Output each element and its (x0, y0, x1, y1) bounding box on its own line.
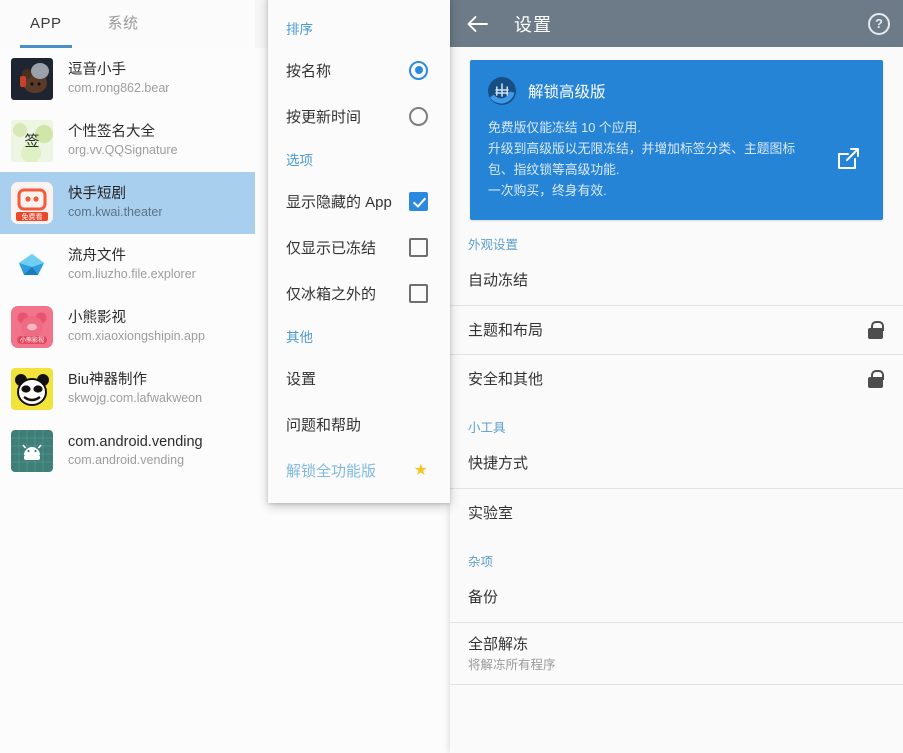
setting-row-unfreeze-all[interactable]: 全部解冻 将解冻所有程序 (450, 622, 903, 684)
list-item[interactable]: com.android.vending com.android.vending (0, 420, 255, 482)
radio-selected-icon[interactable] (409, 61, 428, 80)
promo-line: 包、指纹锁等高级功能. (488, 159, 818, 180)
setting-label: 自动冻结 (468, 270, 528, 291)
file-explorer-app-icon (11, 244, 53, 286)
radio-unselected-icon[interactable] (409, 107, 428, 126)
app-package: com.xiaoxiongshipin.app (68, 328, 205, 345)
menu-item-label: 问题和帮助 (286, 414, 361, 435)
app-package: com.rong862.bear (68, 80, 169, 97)
setting-label: 快捷方式 (468, 453, 528, 474)
list-item[interactable]: 小熊影视 小熊影视 com.xiaoxiongshipin.app (0, 296, 255, 358)
app-name: 小熊影视 (68, 309, 205, 328)
promo-line: 升级到高级版以无限冻结，并增加标签分类、主题图标 (488, 138, 818, 159)
biu-panda-app-icon (11, 368, 53, 410)
setting-row-shortcuts[interactable]: 快捷方式 (450, 439, 903, 488)
app-package: com.kwai.theater (68, 204, 162, 221)
setting-label: 实验室 (468, 503, 513, 524)
back-arrow-icon[interactable] (464, 10, 492, 38)
setting-sublabel: 将解冻所有程序 (468, 656, 556, 674)
menu-item-label: 按更新时间 (286, 106, 361, 127)
app-name: com.android.vending (68, 433, 203, 452)
app-name: 快手短剧 (68, 185, 162, 204)
setting-row-lab[interactable]: 实验室 (450, 488, 903, 537)
list-item[interactable]: 逗音小手 com.rong862.bear (0, 48, 255, 110)
list-item[interactable]: 流舟文件 com.liuzho.file.explorer (0, 234, 255, 296)
setting-row-security-and-other[interactable]: 安全和其他 (450, 354, 903, 403)
app-name: 逗音小手 (68, 61, 169, 80)
menu-section-title-other: 其他 (268, 316, 450, 355)
menu-item-label: 解锁全功能版 (286, 460, 376, 481)
menu-item-label: 仅显示已冻结 (286, 237, 376, 258)
android-vending-app-icon (11, 430, 53, 472)
app-package: com.liuzho.file.explorer (68, 266, 196, 283)
menu-item-sort-by-update-time[interactable]: 按更新时间 (268, 93, 450, 139)
star-icon: ★ (414, 460, 428, 480)
settings-header: 设置 ? (450, 0, 903, 47)
signature-app-icon: 签 (11, 120, 53, 162)
kwai-theater-app-icon: 免费看 (11, 182, 53, 224)
app-name: 个性签名大全 (68, 123, 178, 142)
lock-icon (868, 370, 883, 388)
svg-text:小熊影视: 小熊影视 (20, 336, 44, 344)
setting-row-auto-freeze[interactable]: 自动冻结 (450, 256, 903, 305)
menu-item-show-hidden-apps[interactable]: 显示隐藏的 App (268, 178, 450, 224)
menu-item-label: 设置 (286, 368, 316, 389)
help-question-icon[interactable]: ? (868, 13, 890, 35)
premium-promo-banner[interactable]: 解锁高级版 免费版仅能冻结 10 个应用. 升级到高级版以无限冻结，并增加标签分… (470, 60, 883, 220)
app-package: com.android.vending (68, 452, 203, 469)
menu-section-title-sort: 排序 (268, 8, 450, 47)
menu-item-sort-by-name[interactable]: 按名称 (268, 47, 450, 93)
app-name: 流舟文件 (68, 247, 196, 266)
menu-item-outside-freezer[interactable]: 仅冰箱之外的 (268, 270, 450, 316)
menu-item-label: 显示隐藏的 App (286, 191, 392, 212)
promo-description: 免费版仅能冻结 10 个应用. 升级到高级版以无限冻结，并增加标签分类、主题图标… (488, 117, 818, 201)
tab-app[interactable]: APP (24, 0, 68, 48)
svg-text:免费看: 免费看 (22, 212, 43, 221)
app-name: Biu神器制作 (68, 371, 202, 390)
app-package: skwojg.com.lafwakweon (68, 390, 202, 407)
open-external-icon[interactable] (836, 146, 861, 171)
tab-bar: APP 系统 (0, 0, 255, 48)
bear-app-icon (11, 58, 53, 100)
app-package: org.vv.QQSignature (68, 142, 178, 159)
setting-label: 主题和布局 (468, 320, 543, 341)
checkbox-unchecked-icon[interactable] (409, 284, 428, 303)
lock-icon (868, 321, 883, 339)
settings-group-title-misc: 杂项 (450, 537, 903, 573)
menu-item-help[interactable]: 问题和帮助 (268, 401, 450, 447)
list-item[interactable]: 免费看 快手短剧 com.kwai.theater (0, 172, 255, 234)
settings-group-title-appearance: 外观设置 (450, 220, 903, 256)
page-title: 设置 (514, 11, 552, 37)
premium-snowflake-icon (488, 77, 516, 105)
setting-label: 安全和其他 (468, 369, 543, 390)
menu-section-title-options: 选项 (268, 139, 450, 178)
xiaoxiong-video-app-icon: 小熊影视 (11, 306, 53, 348)
promo-line: 免费版仅能冻结 10 个应用. (488, 117, 818, 138)
setting-label: 备份 (468, 587, 498, 608)
svg-text:签: 签 (24, 133, 39, 150)
menu-item-unlock-full-version[interactable]: 解锁全功能版 ★ (268, 447, 450, 493)
menu-item-settings[interactable]: 设置 (268, 355, 450, 401)
app-list-panel: APP 系统 (0, 0, 450, 753)
list-item[interactable]: 签 个性签名大全 org.vv.QQSignature (0, 110, 255, 172)
tab-system[interactable]: 系统 (102, 0, 145, 48)
menu-item-label: 按名称 (286, 60, 331, 81)
list-bottom-divider (450, 684, 903, 685)
list-item[interactable]: Biu神器制作 skwojg.com.lafwakweon (0, 358, 255, 420)
app-screen: APP 系统 (0, 0, 903, 753)
setting-row-theme-and-layout[interactable]: 主题和布局 (450, 305, 903, 354)
setting-row-backup[interactable]: 备份 (450, 573, 903, 622)
menu-item-label: 仅冰箱之外的 (286, 283, 376, 304)
overflow-menu[interactable]: 排序 按名称 按更新时间 选项 显示隐藏的 App 仅显示已冻结 仅冰箱之外的 (268, 0, 450, 503)
setting-label: 全部解冻 (468, 634, 556, 655)
settings-group-title-tools: 小工具 (450, 403, 903, 439)
promo-title: 解锁高级版 (528, 80, 606, 102)
checkbox-unchecked-icon[interactable] (409, 238, 428, 257)
promo-line: 一次购买，终身有效. (488, 180, 818, 201)
menu-item-only-frozen[interactable]: 仅显示已冻结 (268, 224, 450, 270)
checkbox-checked-icon[interactable] (409, 192, 428, 211)
settings-panel: 设置 ? 解锁高级版 免费版仅能冻结 10 个应用. 升级到高 (450, 0, 903, 753)
